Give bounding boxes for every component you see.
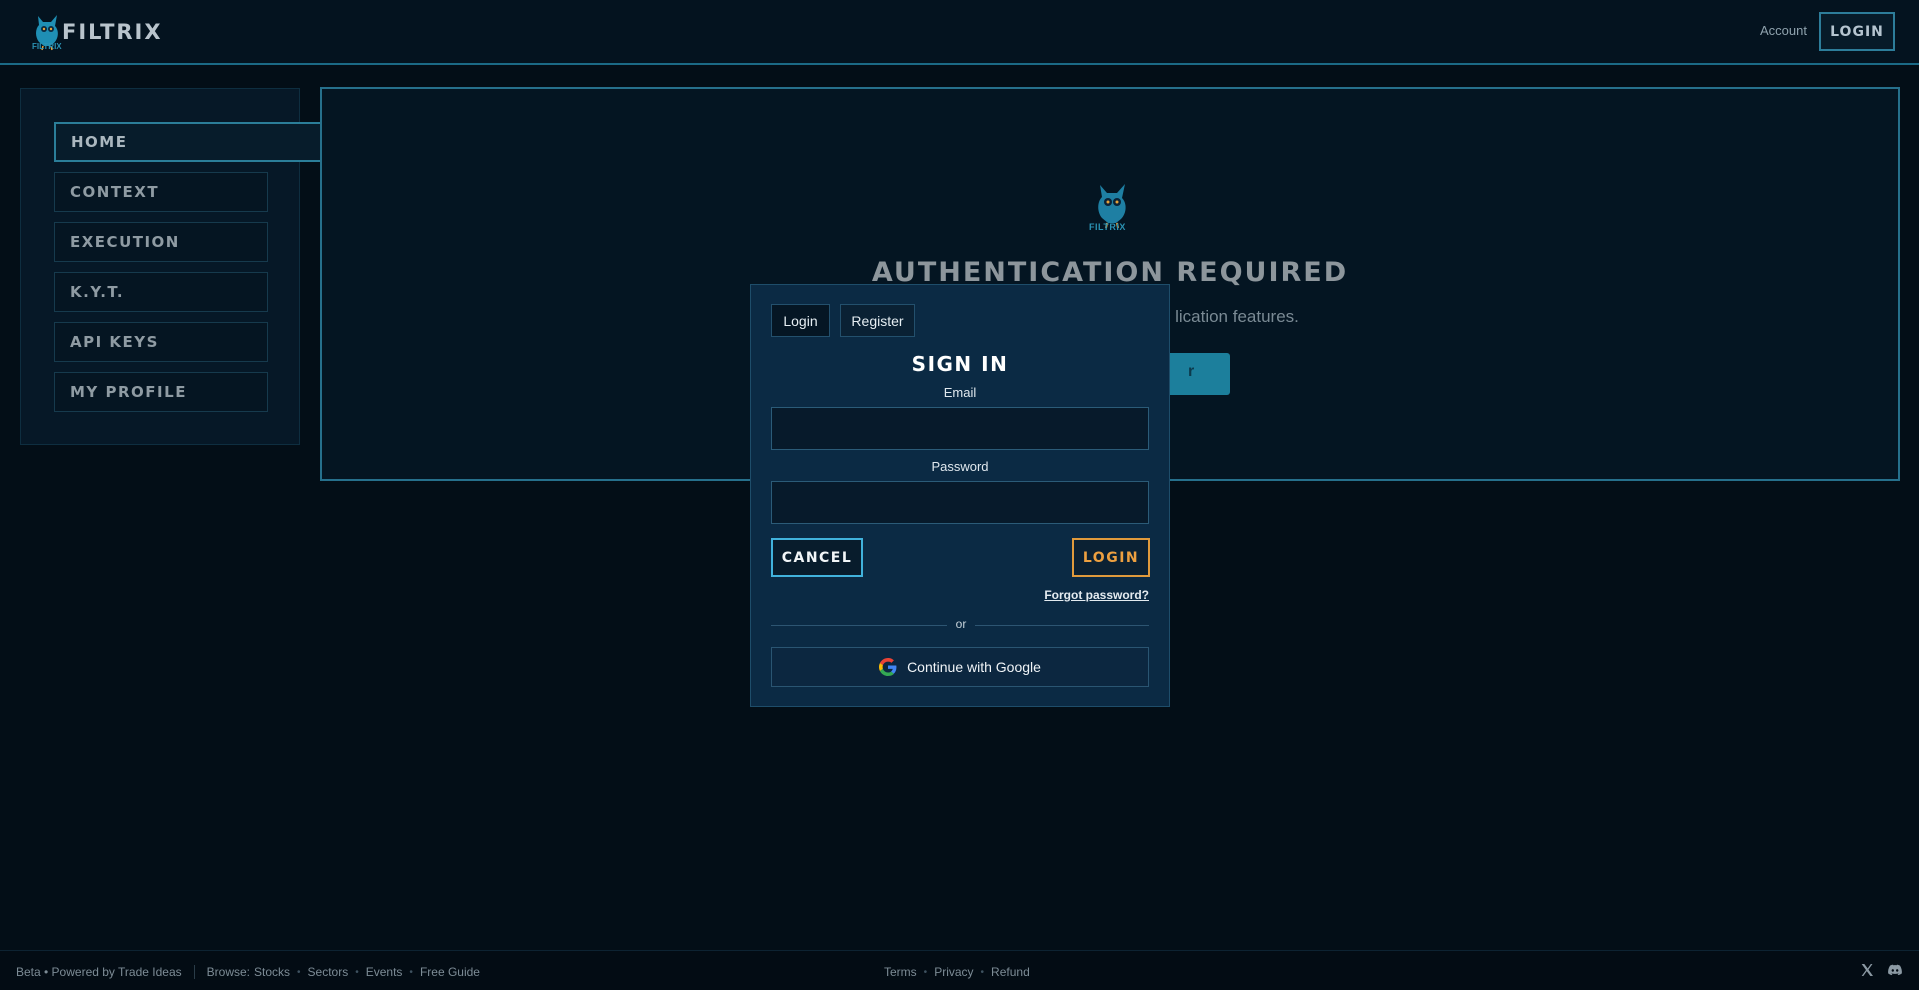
google-sign-in-button[interactable]: Continue with Google bbox=[771, 647, 1149, 687]
browse-label: Browse: bbox=[206, 965, 250, 979]
footer: Beta • Powered by Trade Ideas Browse: St… bbox=[0, 950, 1919, 990]
logo-label: FILTRIX bbox=[1089, 222, 1126, 232]
terms-link[interactable]: Terms bbox=[884, 965, 917, 979]
top-header: FILTRIX FILTRIX Account LOGIN bbox=[0, 0, 1919, 65]
brand-name: FILTRIX bbox=[62, 20, 163, 44]
divider-line-left bbox=[771, 625, 947, 626]
footer-left: Beta • Powered by Trade Ideas Browse: St… bbox=[16, 965, 480, 979]
forgot-password-link[interactable]: Forgot password? bbox=[1044, 588, 1149, 602]
divider-line-right bbox=[975, 625, 1149, 626]
divider-or: or bbox=[955, 617, 967, 631]
discord-icon[interactable] bbox=[1887, 962, 1903, 978]
browse-link-free-guide[interactable]: Free Guide bbox=[420, 965, 480, 979]
login-button[interactable]: LOGIN bbox=[1072, 538, 1150, 577]
browse-link-stocks[interactable]: Stocks bbox=[254, 965, 290, 979]
account-link[interactable]: Account bbox=[1760, 23, 1807, 38]
social-links bbox=[1859, 962, 1903, 978]
sidebar-item-my-profile[interactable]: MY PROFILE bbox=[54, 372, 268, 412]
sidebar-item-context[interactable]: CONTEXT bbox=[54, 172, 268, 212]
password-label: Password bbox=[931, 459, 989, 474]
refund-link[interactable]: Refund bbox=[991, 965, 1030, 979]
sign-in-modal: Login Register SIGN IN Email Password CA… bbox=[750, 284, 1170, 707]
beta-text: Beta • Powered by Trade Ideas bbox=[16, 965, 182, 979]
footer-separator bbox=[193, 965, 195, 979]
privacy-link[interactable]: Privacy bbox=[934, 965, 973, 979]
browse-link-events[interactable]: Events bbox=[366, 965, 403, 979]
sidebar: HOME CONTEXT EXECUTION K.Y.T. API KEYS M… bbox=[20, 88, 324, 445]
email-field[interactable] bbox=[771, 407, 1149, 450]
sidebar-item-home[interactable]: HOME bbox=[54, 122, 324, 162]
cancel-button[interactable]: CANCEL bbox=[771, 538, 863, 577]
google-button-label: Continue with Google bbox=[907, 659, 1041, 675]
sidebar-item-kyt[interactable]: K.Y.T. bbox=[54, 272, 268, 312]
tab-register[interactable]: Register bbox=[840, 304, 915, 337]
google-icon bbox=[879, 658, 897, 676]
sidebar-item-execution[interactable]: EXECUTION bbox=[54, 222, 268, 262]
footer-legal: Terms • Privacy • Refund bbox=[884, 965, 1030, 979]
sidebar-item-api-keys[interactable]: API KEYS bbox=[54, 322, 268, 362]
header-login-button[interactable]: LOGIN bbox=[1819, 12, 1895, 51]
password-field[interactable] bbox=[771, 481, 1149, 524]
brand-subtitle: FILTRIX bbox=[32, 42, 62, 51]
browse-link-sectors[interactable]: Sectors bbox=[308, 965, 349, 979]
modal-title: SIGN IN bbox=[911, 352, 1009, 376]
x-icon[interactable] bbox=[1859, 962, 1875, 978]
email-label: Email bbox=[943, 385, 977, 400]
tab-login[interactable]: Login bbox=[771, 304, 830, 337]
